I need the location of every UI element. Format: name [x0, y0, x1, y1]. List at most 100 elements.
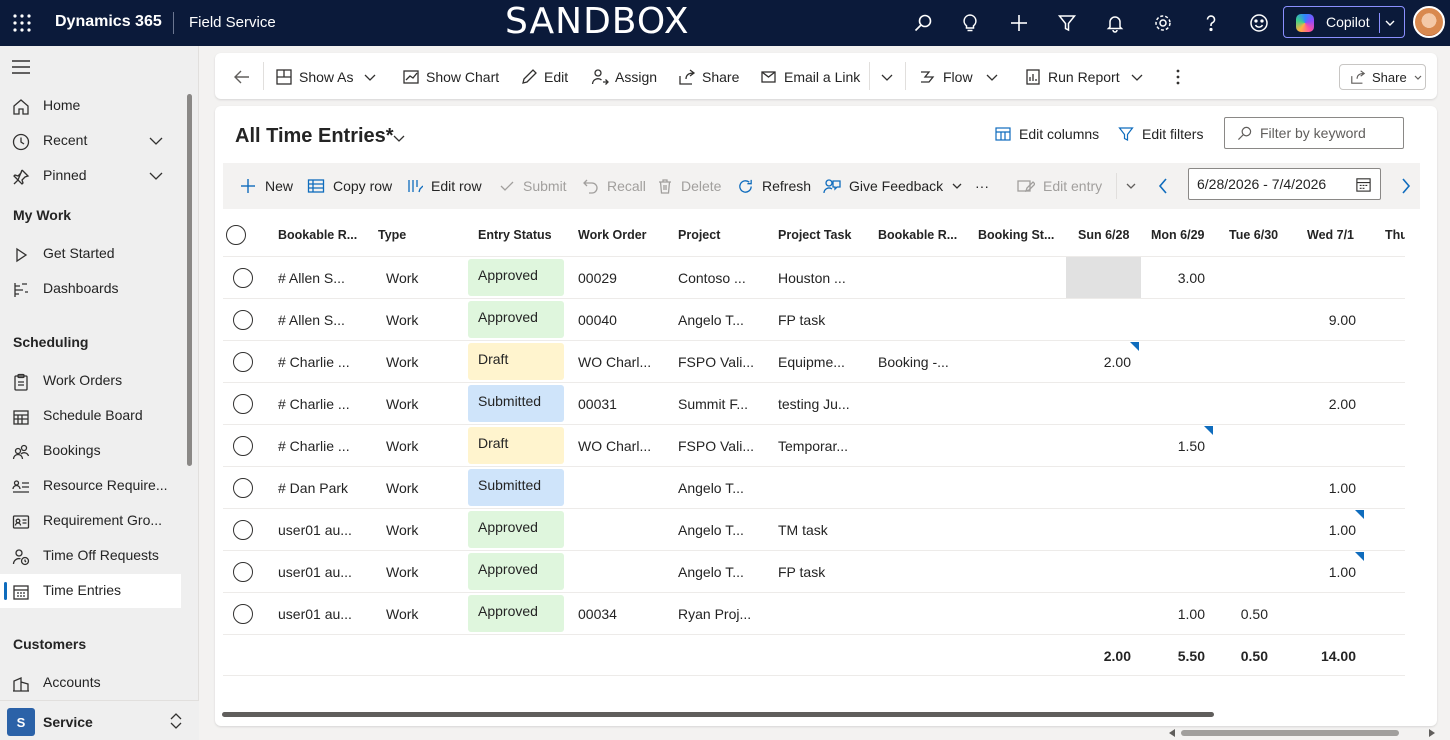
- show-as-button[interactable]: Show As: [275, 66, 353, 88]
- cell-task[interactable]: FP task: [778, 299, 866, 340]
- cell-bookable[interactable]: Booking -...: [878, 341, 966, 382]
- column-header[interactable]: Project: [678, 214, 764, 256]
- more-actions-dropdown[interactable]: [880, 66, 900, 88]
- table-row[interactable]: # Allen S... Work 00029 Contoso ... Houston …: [223, 256, 1405, 298]
- cell-task[interactable]: Equipme...: [778, 341, 866, 382]
- cell-task[interactable]: TM task: [778, 509, 866, 550]
- cell-resource[interactable]: # Dan Park: [278, 467, 368, 508]
- cell-hours-tue[interactable]: [1213, 425, 1268, 466]
- select-all-checkbox[interactable]: [226, 214, 250, 256]
- cell-hours-sun[interactable]: [1066, 383, 1131, 424]
- status-badge[interactable]: Approved: [468, 595, 564, 632]
- give-feedback-button[interactable]: Give Feedback: [823, 175, 971, 197]
- sidebar-item-recent[interactable]: Recent: [0, 124, 181, 158]
- assign-button[interactable]: Assign: [591, 66, 657, 88]
- sidebar-item-schedule-board[interactable]: Schedule Board: [0, 399, 181, 433]
- app-launcher-icon[interactable]: [12, 13, 32, 33]
- column-header[interactable]: Bookable R...: [878, 214, 964, 256]
- table-row[interactable]: user01 au... Work 00034 Ryan Proj... Approve…: [223, 592, 1405, 634]
- sidebar-item-bookings[interactable]: Bookings: [0, 434, 181, 468]
- table-row[interactable]: # Allen S... Work 00040 Angelo T... FP task A…: [223, 298, 1405, 340]
- cell-hours-sun[interactable]: [1066, 593, 1131, 634]
- grid-horizontal-scrollbar[interactable]: [222, 712, 1214, 717]
- cell-hours-sun[interactable]: [1066, 425, 1131, 466]
- column-header[interactable]: Work Order: [578, 214, 664, 256]
- cell-hours-wed[interactable]: 1.00: [1283, 551, 1356, 592]
- more-commands-button[interactable]: ···: [975, 175, 989, 197]
- cell-resource[interactable]: # Allen S...: [278, 299, 368, 340]
- cell-resource[interactable]: user01 au...: [278, 509, 368, 550]
- gear-icon[interactable]: [1151, 11, 1175, 35]
- copilot-button[interactable]: Copilot: [1283, 6, 1405, 38]
- cell-project[interactable]: Angelo T...: [678, 467, 766, 508]
- cell-hours-wed[interactable]: [1283, 257, 1356, 298]
- cell-booking-status[interactable]: [978, 593, 1066, 634]
- next-week-button[interactable]: [1400, 175, 1420, 197]
- cell-bookable[interactable]: [878, 299, 966, 340]
- column-header[interactable]: Wed 7/1: [1307, 214, 1377, 256]
- cell-booking-status[interactable]: [978, 467, 1066, 508]
- cell-hours-sun[interactable]: 2.00: [1066, 341, 1131, 382]
- column-header[interactable]: Booking St...: [978, 214, 1064, 256]
- table-row[interactable]: # Charlie ... Work WO Charl... FSPO Vali...…: [223, 340, 1405, 382]
- cell-project[interactable]: FSPO Vali...: [678, 425, 766, 466]
- cell-work-order[interactable]: [578, 467, 666, 508]
- hamburger-icon[interactable]: [12, 60, 30, 77]
- sidebar-item-dashboards[interactable]: Dashboards: [0, 272, 181, 306]
- cell-booking-status[interactable]: [978, 257, 1066, 298]
- share-button[interactable]: Share: [1339, 64, 1426, 90]
- table-row[interactable]: user01 au... Work Angelo T... TM task Approv…: [223, 508, 1405, 550]
- cell-hours-tue[interactable]: [1213, 509, 1268, 550]
- column-header[interactable]: Sun 6/28: [1078, 214, 1148, 256]
- cell-type[interactable]: Work: [386, 383, 456, 424]
- column-header[interactable]: Thu: [1385, 214, 1405, 256]
- row-select-radio[interactable]: [233, 383, 257, 424]
- cell-type[interactable]: Work: [386, 425, 456, 466]
- cell-work-order[interactable]: [578, 509, 666, 550]
- email-link-button[interactable]: Email a Link: [760, 66, 860, 88]
- cell-task[interactable]: FP task: [778, 551, 866, 592]
- cell-booking-status[interactable]: [978, 383, 1066, 424]
- plus-icon[interactable]: [1007, 11, 1031, 35]
- cell-work-order[interactable]: WO Charl...: [578, 425, 666, 466]
- cell-type[interactable]: Work: [386, 467, 456, 508]
- edit-columns-button[interactable]: Edit columns: [995, 126, 1099, 142]
- sidebar-item-home[interactable]: Home: [0, 89, 181, 123]
- cell-hours-wed[interactable]: 1.00: [1283, 509, 1356, 550]
- sidebar-item-requirement-groups[interactable]: Requirement Gro...: [0, 504, 181, 538]
- cell-hours-tue[interactable]: [1213, 341, 1268, 382]
- row-select-radio[interactable]: [233, 425, 257, 466]
- cell-resource[interactable]: user01 au...: [278, 551, 368, 592]
- cell-type[interactable]: Work: [386, 341, 456, 382]
- cell-work-order[interactable]: 00031: [578, 383, 666, 424]
- help-icon[interactable]: [1199, 11, 1223, 35]
- column-header[interactable]: Mon 6/29: [1151, 214, 1221, 256]
- app-name[interactable]: Dynamics 365: [55, 13, 162, 31]
- cell-task[interactable]: [778, 593, 866, 634]
- filter-icon[interactable]: [1055, 11, 1079, 35]
- cell-booking-status[interactable]: [978, 299, 1066, 340]
- filter-by-keyword-input[interactable]: Filter by keyword: [1224, 117, 1404, 149]
- bell-icon[interactable]: [1103, 11, 1127, 35]
- status-badge[interactable]: Draft: [468, 427, 564, 464]
- cell-hours-sun[interactable]: [1066, 509, 1131, 550]
- cell-type[interactable]: Work: [386, 509, 456, 550]
- refresh-button[interactable]: Refresh: [737, 175, 811, 197]
- share-command[interactable]: Share: [678, 66, 739, 88]
- copy-row-button[interactable]: Copy row: [307, 175, 392, 197]
- show-as-dropdown[interactable]: [363, 66, 383, 88]
- cell-type[interactable]: Work: [386, 299, 456, 340]
- cell-hours-mon[interactable]: 3.00: [1141, 257, 1205, 298]
- run-report-button[interactable]: Run Report: [1024, 66, 1120, 88]
- cell-hours-wed[interactable]: [1283, 425, 1356, 466]
- status-badge[interactable]: Approved: [468, 553, 564, 590]
- cell-bookable[interactable]: [878, 551, 966, 592]
- cell-bookable[interactable]: [878, 383, 966, 424]
- cell-hours-wed[interactable]: 2.00: [1283, 383, 1356, 424]
- cell-hours-mon[interactable]: [1141, 383, 1205, 424]
- radio-circle[interactable]: [233, 435, 253, 456]
- view-selector-chevron-icon[interactable]: [392, 131, 406, 148]
- status-badge[interactable]: Approved: [468, 259, 564, 296]
- cell-work-order[interactable]: [578, 551, 666, 592]
- chevron-down-icon[interactable]: [148, 133, 164, 152]
